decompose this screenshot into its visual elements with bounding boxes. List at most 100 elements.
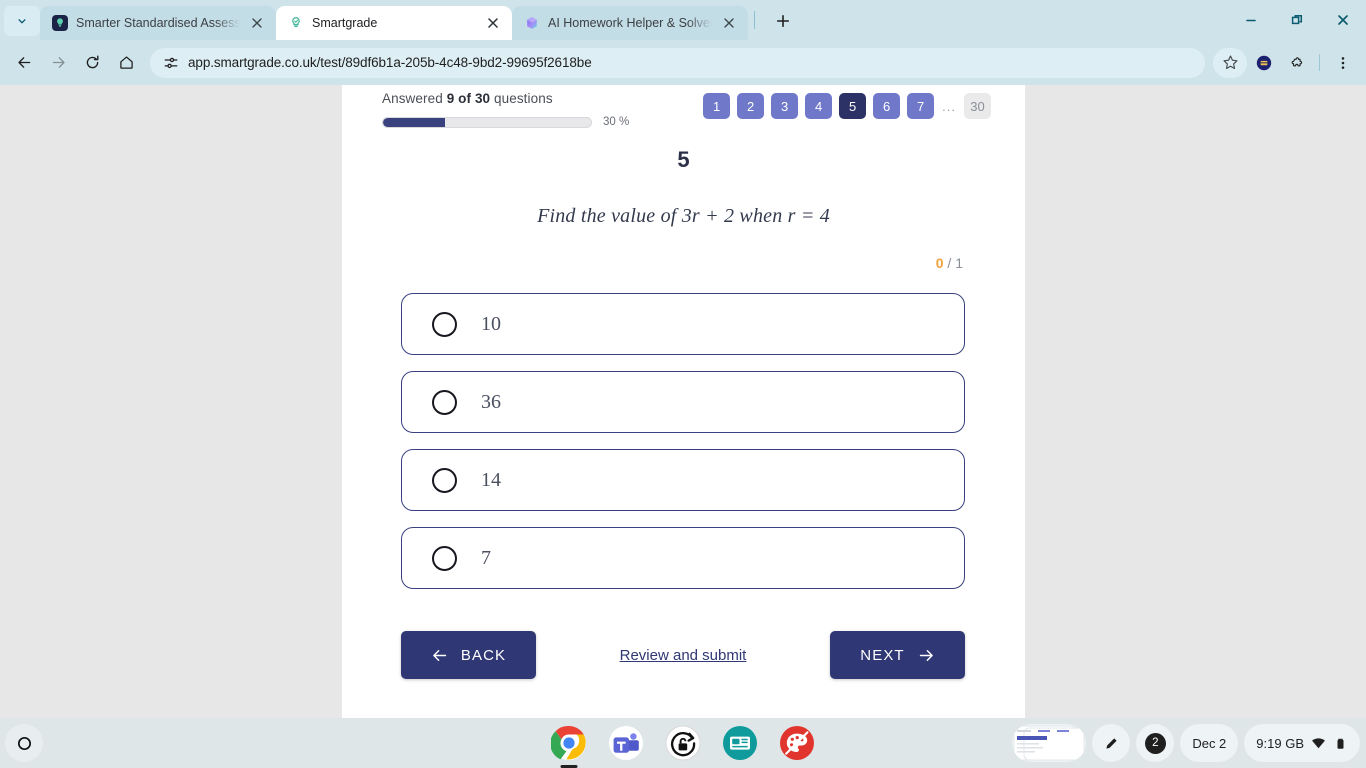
- close-icon: [1338, 15, 1348, 25]
- forward-arrow-icon: [52, 57, 65, 68]
- tab-smartgrade[interactable]: Smartgrade: [276, 6, 512, 40]
- question-nav-pill-5[interactable]: 5: [839, 93, 867, 119]
- tab-close-button[interactable]: [720, 14, 738, 32]
- radio-button-icon[interactable]: [432, 467, 457, 493]
- bookmark-button[interactable]: [1213, 47, 1247, 78]
- new-tab-button[interactable]: [769, 7, 797, 35]
- tab-close-button[interactable]: [248, 14, 266, 32]
- answer-option-label: 10: [481, 312, 501, 335]
- tab-strip: Smarter Standardised Assessm Smartgrade: [0, 0, 1366, 40]
- profile-button[interactable]: [1249, 48, 1279, 78]
- extensions-button[interactable]: [1281, 48, 1311, 78]
- lock-refresh-icon[interactable]: [665, 725, 701, 761]
- answer-option-label: 14: [481, 468, 501, 491]
- question-text: Find the value of 3r + 2 when r = 4: [537, 205, 830, 227]
- three-dot-menu-icon: [1341, 56, 1345, 69]
- system-shelf: 2 Dec 2 9:19 GB: [0, 718, 1366, 768]
- minimize-icon: [1246, 19, 1256, 22]
- question-nav-pill-last[interactable]: 30: [964, 93, 991, 119]
- chrome-icon[interactable]: [550, 725, 587, 761]
- reload-icon: [86, 55, 98, 69]
- question-nav-ellipsis: ...: [942, 98, 956, 114]
- radio-button-icon[interactable]: [432, 311, 457, 337]
- home-button[interactable]: [110, 47, 142, 79]
- question-number-nav: 1 2 3 4 5 6 7... 30: [703, 93, 991, 119]
- back-arrow-icon: [17, 57, 30, 68]
- browser-toolbar: app.smartgrade.co.uk/test/89df6b1a-205b-…: [0, 40, 1366, 85]
- puzzle-piece-icon: [1291, 56, 1303, 66]
- minimize-button[interactable]: [1228, 1, 1274, 39]
- tab-close-button[interactable]: [484, 14, 502, 32]
- tab-smarter-standardised-assessment[interactable]: Smarter Standardised Assessm: [40, 6, 276, 40]
- answered-prefix: Answered: [382, 91, 447, 106]
- question-nav-pill-2[interactable]: 2: [737, 93, 765, 119]
- score-total: / 1: [947, 255, 963, 271]
- browser-window: Smarter Standardised Assessm Smartgrade: [0, 0, 1366, 718]
- answered-count: 9 of 30: [446, 91, 491, 106]
- battery-icon: [1337, 738, 1344, 749]
- tab-ai-homework-helper[interactable]: AI Homework Helper & Solver -: [512, 6, 748, 40]
- question-nav-pill-3[interactable]: 3: [771, 93, 799, 119]
- answer-option-label: 7: [481, 546, 491, 569]
- answer-options-list: 10 36 14 7: [401, 293, 965, 605]
- maximize-icon: [1291, 15, 1303, 25]
- status-area[interactable]: 9:19 GB: [1244, 724, 1360, 762]
- score-indicator: 0 / 1: [936, 255, 963, 271]
- home-icon: [119, 56, 133, 69]
- tab-search-button[interactable]: [4, 6, 40, 36]
- window-preview-thumbnail[interactable]: [1012, 724, 1087, 762]
- question-nav-pill-1[interactable]: 1: [703, 93, 731, 119]
- question-nav-pill-6[interactable]: 6: [873, 93, 901, 119]
- review-and-submit-link[interactable]: Review and submit: [620, 647, 747, 664]
- forward-button[interactable]: [42, 47, 74, 79]
- tune-icon[interactable]: [163, 55, 179, 71]
- answer-option[interactable]: 10: [401, 293, 965, 355]
- profile-avatar-icon: [1256, 55, 1272, 70]
- back-button[interactable]: [8, 47, 40, 79]
- reload-button[interactable]: [76, 47, 108, 79]
- shelf-app-list: [533, 725, 833, 761]
- stylus-button[interactable]: [1092, 724, 1131, 762]
- radio-button-icon[interactable]: [432, 545, 457, 571]
- next-button[interactable]: NEXT: [829, 631, 965, 679]
- smartgrade-bulb-icon: [288, 15, 304, 31]
- plus-icon: [776, 14, 790, 28]
- news-card-icon[interactable]: [722, 725, 758, 761]
- launcher-circle-icon: [17, 736, 31, 750]
- answer-option[interactable]: 36: [401, 371, 965, 433]
- paint-palette-icon[interactable]: [779, 725, 815, 761]
- maximize-button[interactable]: [1274, 1, 1320, 39]
- url-text: app.smartgrade.co.uk/test/89df6b1a-205b-…: [188, 55, 592, 70]
- toolbar-divider: [1319, 54, 1320, 71]
- quiz-actions: BACK Review and submit NEXT: [401, 631, 965, 679]
- tab-title: Smartgrade: [312, 16, 378, 30]
- wifi-icon: [1312, 737, 1325, 748]
- close-window-button[interactable]: [1320, 1, 1366, 39]
- address-bar[interactable]: app.smartgrade.co.uk/test/89df6b1a-205b-…: [150, 47, 1205, 78]
- answer-option[interactable]: 7: [401, 527, 965, 589]
- question-nav-pill-4[interactable]: 4: [805, 93, 833, 119]
- window-controls: [1228, 0, 1366, 40]
- notification-badge[interactable]: 2: [1136, 724, 1175, 762]
- progress-bar: [382, 116, 592, 128]
- back-button-label: BACK: [460, 646, 507, 664]
- radio-button-icon[interactable]: [432, 389, 457, 415]
- question-nav-pill-7[interactable]: 7: [907, 93, 935, 119]
- next-button-label: NEXT: [860, 646, 905, 664]
- pen-icon: [1106, 737, 1117, 749]
- chevron-down-icon: [18, 19, 26, 24]
- answer-option[interactable]: 14: [401, 449, 965, 511]
- smartgrade-dark-bulb-icon: [52, 15, 68, 31]
- close-icon: [252, 18, 262, 28]
- close-icon: [488, 18, 498, 28]
- back-button[interactable]: BACK: [401, 631, 536, 679]
- calendar-date[interactable]: Dec 2: [1180, 724, 1239, 762]
- chrome-menu-button[interactable]: [1328, 48, 1358, 78]
- answer-option-label: 36: [481, 390, 501, 413]
- score-earned: 0: [935, 255, 944, 271]
- tab-divider: [754, 11, 755, 29]
- launcher-button[interactable]: [5, 724, 43, 762]
- close-icon: [724, 18, 734, 28]
- microsoft-teams-icon[interactable]: [608, 725, 644, 761]
- arrow-left-icon: [433, 649, 447, 661]
